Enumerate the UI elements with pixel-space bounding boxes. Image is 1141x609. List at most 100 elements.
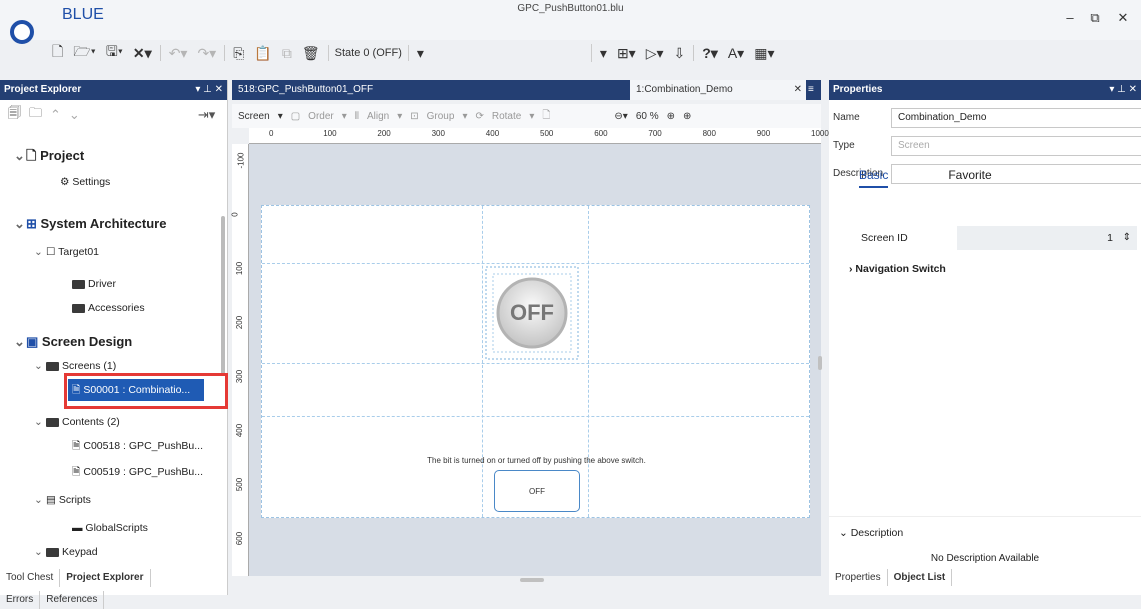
grid-icon[interactable]: ▦▾ <box>752 45 776 62</box>
panel-controls[interactable]: ▾ ⊥ ✕ <box>1109 80 1137 100</box>
rotate-menu[interactable]: Rotate <box>492 111 521 122</box>
align-menu[interactable]: Align <box>367 111 389 122</box>
page-icon[interactable]: 🗋 <box>542 108 550 125</box>
main-toolbar: 🗋 🗁▾ 🖫▾ ✕▾ ↶▾ ↷▾ ⎘ 📋 ⧉ 🗑 State 0 (OFF) ▾… <box>50 40 1100 66</box>
duplicate-icon[interactable]: ⧉ <box>280 45 294 62</box>
tree-label: Target01 <box>58 246 100 258</box>
new-folder-icon[interactable]: 🗀 <box>29 104 42 126</box>
folder-icon <box>46 417 59 427</box>
description-header[interactable]: ⌄ Description <box>839 527 903 539</box>
tree-accessories[interactable]: Accessories <box>72 298 145 318</box>
canvas-hscrollbar[interactable] <box>520 578 544 582</box>
state-select[interactable]: State 0 (OFF) <box>327 45 409 61</box>
help-icon[interactable]: ?▾ <box>700 45 720 62</box>
tree-project[interactable]: ⌄🗋 Project <box>14 146 84 166</box>
undo-icon[interactable]: ↶▾ <box>167 45 190 62</box>
layout-icon[interactable]: ⊞▾ <box>615 45 638 62</box>
tree-contents[interactable]: ⌄ Contents (2) <box>34 412 120 432</box>
ruler-tick: 800 <box>702 129 716 138</box>
name-label: Name <box>833 112 860 123</box>
tree-driver[interactable]: Driver <box>72 274 116 294</box>
navigation-switch-group[interactable]: › Navigation Switch <box>849 263 946 275</box>
transfer-icon[interactable]: ⇩ <box>672 45 688 62</box>
close-button[interactable]: ✕ <box>1115 10 1131 26</box>
toolbar-divider <box>693 45 695 61</box>
properties-icon[interactable]: 🗐 <box>8 104 21 126</box>
move-up-icon[interactable]: ⌃ <box>50 107 61 123</box>
zoom-fit-icon[interactable]: ⊕ <box>683 111 691 122</box>
stepper-icon[interactable]: ⇕ <box>1123 226 1131 250</box>
push-button-large[interactable]: OFF <box>485 266 579 360</box>
chevron-down-icon: ▾ <box>397 110 403 122</box>
explorer-scrollbar[interactable] <box>221 216 225 376</box>
tree-global-scripts[interactable]: ▬ GlobalScripts <box>72 518 148 538</box>
chevron-down-icon: ⌄ <box>34 246 43 258</box>
tab-tool-chest[interactable]: Tool Chest <box>0 569 61 587</box>
tree-content-519[interactable]: 🗎 C00519 : GPC_PushBu... <box>72 462 203 482</box>
close-project-icon[interactable]: ✕▾ <box>131 45 154 62</box>
run-icon[interactable]: ▷▾ <box>644 45 666 62</box>
blank-dropdown-icon[interactable]: ▾ <box>598 45 609 62</box>
ruler-tick: 500 <box>540 129 554 138</box>
zoom-level[interactable]: 60 % <box>636 111 659 122</box>
explorer-toolbar: 🗐 🗀 ⌃ ⌄ ⇥▾ <box>0 102 228 128</box>
pin-icon[interactable]: ⇥▾ <box>198 107 215 123</box>
paste-icon[interactable]: 📋 <box>252 45 273 62</box>
order-menu[interactable]: Order <box>308 111 334 122</box>
group-menu[interactable]: Group <box>427 111 455 122</box>
tab-favorite[interactable]: Favorite <box>948 168 991 188</box>
project-explorer-header: Project Explorer ▾ ⊥ ✕ <box>0 80 227 100</box>
chevron-down-icon: ⌄ <box>14 216 25 231</box>
chevron-down-icon: ⌄ <box>34 494 43 506</box>
tree-keypad[interactable]: ⌄ Keypad <box>34 542 98 562</box>
tab-project-explorer[interactable]: Project Explorer <box>60 569 151 587</box>
redo-icon[interactable]: ↷▾ <box>195 45 218 62</box>
properties-header: Properties ▾ ⊥ ✕ <box>829 80 1141 100</box>
state-dropdown-icon[interactable]: ▾ <box>415 45 426 62</box>
new-file-icon[interactable]: 🗋 <box>50 41 65 65</box>
tree-content-518[interactable]: 🗎 C00518 : GPC_PushBu... <box>72 436 203 456</box>
tree-system-architecture[interactable]: ⌄⊞ System Architecture <box>14 214 166 234</box>
open-file-icon[interactable]: 🗁▾ <box>71 41 98 65</box>
font-icon[interactable]: A▾ <box>726 45 746 62</box>
tab-references[interactable]: References <box>40 591 105 609</box>
delete-icon[interactable]: 🗑 <box>300 45 322 62</box>
tab-list-icon[interactable]: ≡ <box>808 80 820 100</box>
panel-controls[interactable]: ▾ ⊥ ✕ <box>195 80 223 100</box>
gear-icon: ⚙ <box>60 176 73 188</box>
tab-object-list[interactable]: Object List <box>887 569 953 586</box>
name-field[interactable]: Combination_Demo <box>891 108 1141 128</box>
restore-button[interactable]: ⧉ <box>1087 10 1103 26</box>
type-field: Screen <box>891 136 1141 156</box>
editor-tabs: 518:GPC_PushButton01_OFF 1:Combination_D… <box>232 80 821 100</box>
close-tab-icon[interactable]: ✕ <box>794 80 802 100</box>
tab-combination-demo[interactable]: 1:Combination_Demo ✕ <box>630 80 806 100</box>
tree-scripts[interactable]: ⌄ ▤ Scripts <box>34 490 91 510</box>
tree-screen-design[interactable]: ⌄▣ Screen Design <box>14 332 132 352</box>
tab-518[interactable]: 518:GPC_PushButton01_OFF <box>232 80 392 100</box>
tab-properties[interactable]: Properties <box>829 569 888 586</box>
copy-icon[interactable]: ⎘ <box>231 45 246 62</box>
tab-basic[interactable]: Basic <box>859 168 889 188</box>
save-icon[interactable]: 🖫▾ <box>104 41 125 65</box>
nav-switch-label: Navigation Switch <box>855 263 946 275</box>
screen-canvas[interactable]: OFF The bit is turned on or turned off b… <box>261 205 810 518</box>
tree-settings[interactable]: ⚙ Settings <box>60 172 110 192</box>
tab-errors[interactable]: Errors <box>0 591 41 609</box>
zoom-out-icon[interactable]: ⊖▾ <box>614 111 627 122</box>
horizontal-ruler: 0 100 200 300 400 500 600 700 800 900 1000 <box>249 128 829 144</box>
ruler-tick: 300 <box>431 129 445 138</box>
ruler-tick: 200 <box>377 129 391 138</box>
tree-label: Screens (1) <box>62 360 117 372</box>
tree-target[interactable]: ⌄ ☐ Target01 <box>34 242 99 262</box>
blank-select[interactable] <box>432 44 592 62</box>
screen-id-field[interactable]: 1 ⇕ <box>957 226 1137 250</box>
screen-menu[interactable]: Screen <box>238 111 270 122</box>
ruler-tick: 200 <box>235 315 245 330</box>
network-icon: ⊞ <box>26 216 41 231</box>
move-down-icon[interactable]: ⌄ <box>69 107 80 123</box>
minimize-button[interactable]: – <box>1062 10 1078 25</box>
zoom-in-icon[interactable]: ⊕ <box>667 111 675 122</box>
push-button-small[interactable]: OFF <box>494 470 580 512</box>
canvas-vscrollbar[interactable] <box>818 356 822 370</box>
